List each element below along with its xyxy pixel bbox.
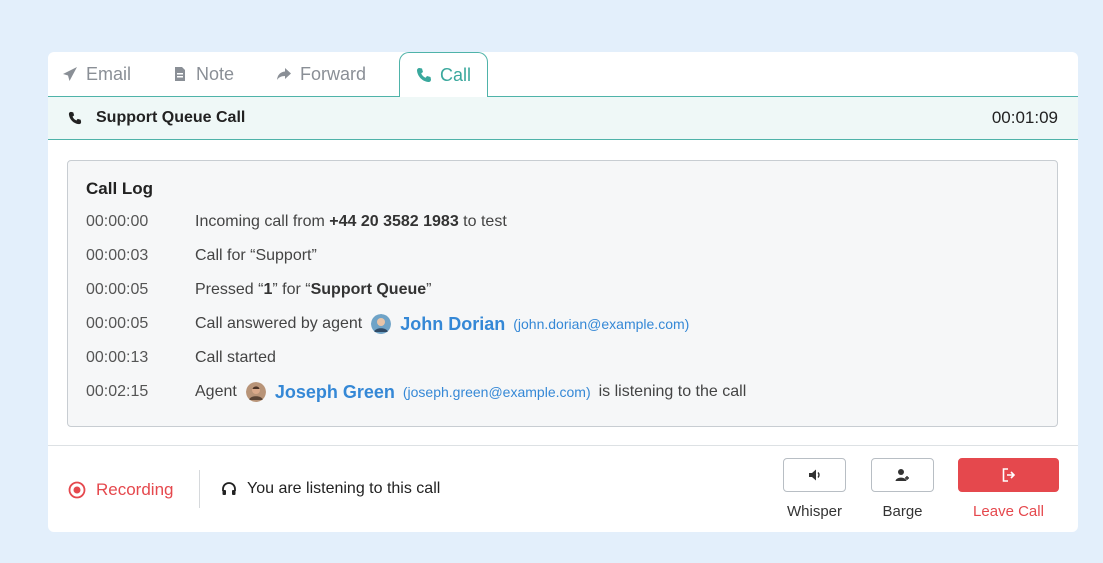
agent-name-link[interactable]: John Dorian	[400, 314, 505, 335]
log-text: Call answered by agent John Dorian (john…	[195, 314, 697, 335]
recording-indicator: Recording	[68, 480, 174, 500]
log-row: 00:00:03 Call for “Support”	[86, 239, 1039, 273]
phone-icon	[417, 68, 431, 82]
tab-forward[interactable]: Forward	[276, 62, 366, 86]
log-text-part: to test	[458, 213, 507, 230]
tab-email-label: Email	[86, 63, 132, 84]
leave-call-action: Leave Call	[958, 458, 1059, 520]
log-text: Pressed “1” for “Support Queue”	[195, 281, 431, 299]
barge-label: Barge	[882, 503, 923, 520]
log-time: 00:00:13	[86, 349, 149, 366]
log-text: Incoming call from +44 20 3582 1983 to t…	[195, 213, 507, 231]
log-time: 00:00:05	[86, 281, 149, 298]
agent-name-link[interactable]: Joseph Green	[275, 382, 395, 403]
log-text-part: ”	[426, 281, 432, 298]
tab-forward-label: Forward	[300, 63, 367, 84]
tab-call[interactable]: Call	[399, 52, 489, 97]
caller-number: +44 20 3582 1983	[329, 213, 459, 230]
tab-note[interactable]: Note	[172, 62, 234, 86]
pressed-key: 1	[263, 281, 273, 298]
log-time: 00:00:00	[86, 213, 149, 230]
log-time: 00:02:15	[86, 383, 149, 400]
call-log-title: Call Log	[86, 179, 154, 198]
log-text-part: Agent	[195, 383, 237, 400]
call-panel: Email Note Forward Call Support Queue Ca…	[48, 52, 1078, 532]
recording-label: Recording	[96, 480, 174, 499]
log-text-part: Call answered by agent	[195, 315, 363, 332]
tab-email[interactable]: Email	[62, 62, 131, 86]
log-text-part: ” for “	[272, 281, 311, 298]
note-icon	[175, 67, 185, 81]
log-row: 00:00:13 Call started	[86, 341, 1039, 375]
log-row: 00:02:15 Agent Joseph Green (joseph.gree…	[86, 375, 1039, 409]
leave-call-button[interactable]	[958, 458, 1059, 492]
listening-status: You are listening to this call	[221, 480, 440, 498]
log-row: 00:00:00 Incoming call from +44 20 3582 …	[86, 205, 1039, 239]
log-text: Call for “Support”	[195, 247, 317, 264]
agent-avatar	[371, 314, 392, 334]
agent-avatar	[245, 382, 266, 402]
log-text-part: Incoming call from	[195, 213, 330, 230]
log-time: 00:00:03	[86, 247, 149, 264]
log-text-part: is listening to the call	[598, 383, 747, 400]
whisper-button[interactable]	[783, 458, 846, 492]
forward-icon	[277, 68, 291, 80]
headphones-icon	[222, 482, 236, 495]
call-timer: 00:01:09	[991, 108, 1058, 127]
tab-call-label: Call	[440, 64, 472, 85]
whisper-action: Whisper	[783, 458, 846, 520]
call-header: Support Queue Call 00:01:09	[48, 97, 1078, 140]
phone-icon	[68, 111, 82, 125]
agent-email: (john.dorian@example.com)	[513, 316, 690, 332]
log-text-part: Pressed “	[195, 281, 264, 298]
listening-label: You are listening to this call	[247, 480, 441, 497]
whisper-label: Whisper	[786, 503, 842, 520]
log-text: Agent Joseph Green (joseph.green@example…	[195, 382, 746, 403]
send-icon	[63, 67, 77, 81]
agent-email: (joseph.green@example.com)	[402, 384, 591, 400]
barge-action: Barge	[871, 458, 934, 520]
log-row: 00:00:05 Pressed “1” for “Support Queue”	[86, 273, 1039, 307]
log-time: 00:00:05	[86, 315, 149, 332]
speaker-icon	[808, 469, 820, 481]
log-text: Call started	[195, 349, 276, 366]
barge-button[interactable]	[871, 458, 934, 492]
call-title: Support Queue Call	[96, 109, 246, 126]
user-plus-icon	[895, 469, 909, 481]
record-icon	[68, 481, 86, 499]
queue-name: Support Queue	[310, 281, 427, 298]
log-row: 00:00:05 Call answered by agent John Dor…	[86, 307, 1039, 341]
tab-bar: Email Note Forward Call	[48, 52, 1078, 97]
call-footer: Recording You are listening to this call…	[48, 446, 1078, 532]
exit-icon	[1002, 468, 1015, 482]
tab-note-label: Note	[196, 63, 235, 84]
footer-separator	[199, 470, 200, 508]
leave-call-label: Leave Call	[973, 503, 1044, 520]
call-log: Call Log 00:00:00 Incoming call from +44…	[67, 160, 1058, 427]
